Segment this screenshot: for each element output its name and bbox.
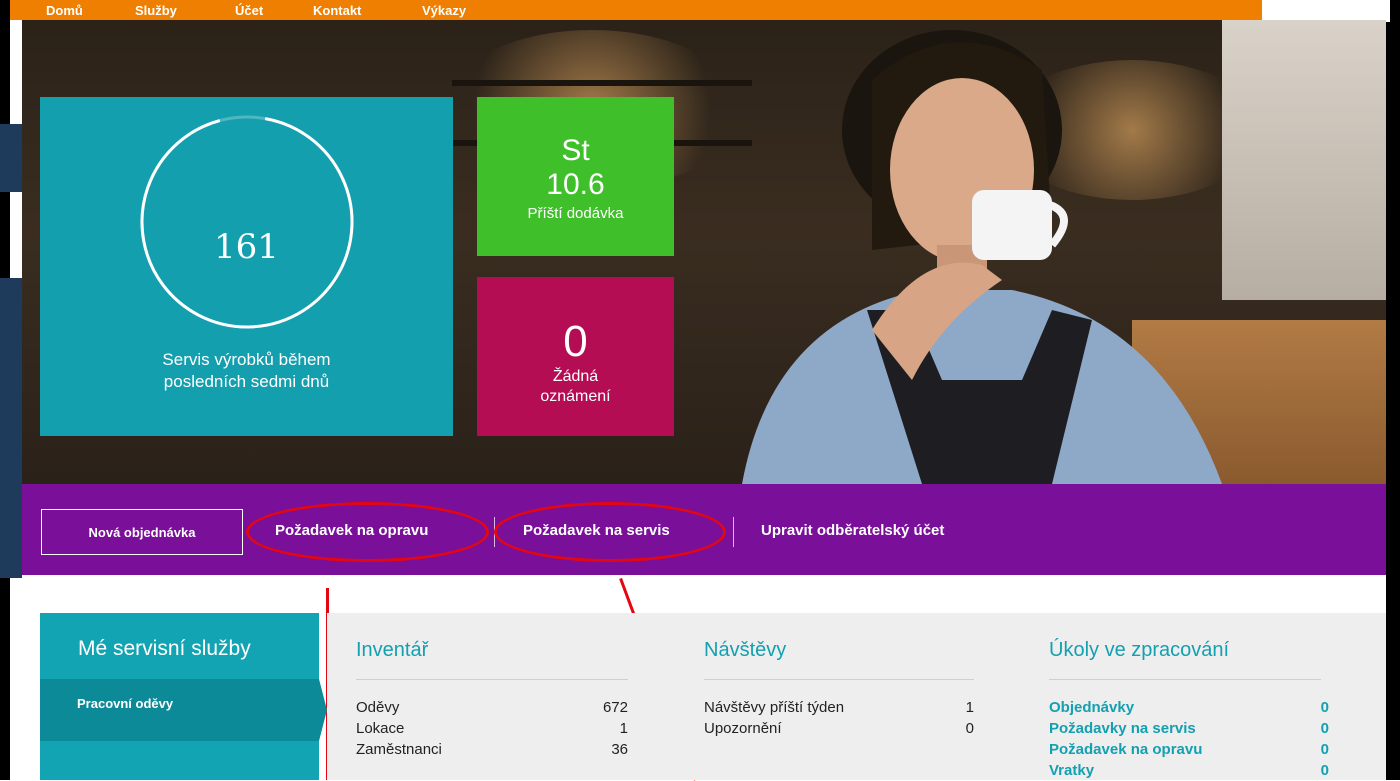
sidemenu-item-label: Pracovní oděvy xyxy=(77,696,174,711)
row-label: Vratky xyxy=(1049,762,1095,779)
row-value: 0 xyxy=(1320,741,1329,758)
row-value: 0 xyxy=(1320,720,1329,737)
nav-home[interactable]: Domů xyxy=(46,3,83,18)
annotation-circle-repair xyxy=(246,502,489,562)
divider xyxy=(356,679,628,680)
new-order-button[interactable]: Nová objednávka xyxy=(41,509,243,555)
visits-title: Návštěvy xyxy=(704,639,787,661)
divider xyxy=(704,679,974,680)
service-caption: Servis výrobků během posledních sedmi dn… xyxy=(40,349,453,393)
my-services-menu: Mé servisní služby Pracovní oděvy xyxy=(40,613,327,780)
delivery-caption: Příští dodávka xyxy=(527,205,624,222)
right-frame xyxy=(1386,0,1400,780)
delivery-day: St xyxy=(561,134,590,167)
service-caption-line1: Servis výrobků během xyxy=(162,350,331,369)
annotation-circle-service xyxy=(494,502,726,562)
row-label: Požadavek na opravu xyxy=(1049,741,1203,758)
delivery-date: 10.6 xyxy=(546,168,605,201)
search-input[interactable] xyxy=(1262,0,1390,22)
row-value: 1 xyxy=(619,720,628,737)
my-services-title: Mé servisní služby xyxy=(78,637,251,660)
hero-banner: 161 Servis výrobků během posledních sedm… xyxy=(22,20,1386,484)
task-returns-link[interactable]: Vratky 0 xyxy=(1049,762,1329,779)
cafe-window xyxy=(1222,20,1386,300)
row-label: Lokace xyxy=(356,720,405,737)
row-value: 36 xyxy=(611,741,628,758)
list-item: Návštěvy příští týden 1 xyxy=(704,699,974,716)
row-label: Požadavky na servis xyxy=(1049,720,1196,737)
service-caption-line2: posledních sedmi dnů xyxy=(163,372,330,391)
row-value: 672 xyxy=(602,699,628,716)
row-value: 0 xyxy=(965,720,974,737)
task-repair-requests-link[interactable]: Požadavek na opravu 0 xyxy=(1049,741,1329,758)
row-label: Upozornění xyxy=(704,720,782,737)
row-label: Zaměstnanci xyxy=(356,741,442,758)
tasks-title: Úkoly ve zpracování xyxy=(1049,639,1230,661)
nav-account[interactable]: Účet xyxy=(235,3,263,18)
nav-contact[interactable]: Kontakt xyxy=(313,3,361,18)
barista-photo xyxy=(742,30,1222,484)
service-count: 161 xyxy=(214,227,279,267)
row-value: 1 xyxy=(965,699,974,716)
list-item: Zaměstnanci 36 xyxy=(356,741,628,758)
task-service-requests-link[interactable]: Požadavky na servis 0 xyxy=(1049,720,1329,737)
notifications-caption-line2: oznámení xyxy=(540,388,611,405)
notifications-count: 0 xyxy=(563,317,588,366)
task-orders-link[interactable]: Objednávky 0 xyxy=(1049,699,1329,716)
nav-reports[interactable]: Výkazy xyxy=(422,3,466,18)
edit-account-button[interactable]: Upravit odběratelský účet xyxy=(761,522,944,539)
summary-panel: Inventář Oděvy 672 Lokace 1 Zaměstnanci 36 … xyxy=(327,613,1386,780)
notifications-caption: Žádná oznámení xyxy=(477,367,674,407)
nav-services[interactable]: Služby xyxy=(135,3,177,18)
divider xyxy=(1049,679,1321,680)
inventory-title: Inventář xyxy=(356,639,429,661)
next-delivery-tile[interactable]: St 10.6 Příští dodávka xyxy=(477,97,674,256)
row-label: Objednávky xyxy=(1049,699,1135,716)
top-navigation: Domů Služby Účet Kontakt Výkazy xyxy=(10,0,1390,22)
action-divider xyxy=(733,517,734,547)
service-progress-ring xyxy=(140,115,354,329)
list-item: Oděvy 672 xyxy=(356,699,628,716)
notifications-caption-line1: Žádná xyxy=(552,368,599,385)
row-value: 0 xyxy=(1320,699,1329,716)
background-window-edge xyxy=(0,278,22,578)
row-label: Návštěvy příští týden xyxy=(704,699,845,716)
service-tile[interactable]: 161 Servis výrobků během posledních sedm… xyxy=(40,97,453,436)
list-item: Lokace 1 xyxy=(356,720,628,737)
row-value: 0 xyxy=(1320,762,1329,779)
background-window-edge xyxy=(0,124,22,192)
active-item-arrow xyxy=(319,679,327,741)
row-label: Oděvy xyxy=(356,699,400,716)
notifications-tile[interactable]: 0 Žádná oznámení xyxy=(477,277,674,436)
list-item: Upozornění 0 xyxy=(704,720,974,737)
